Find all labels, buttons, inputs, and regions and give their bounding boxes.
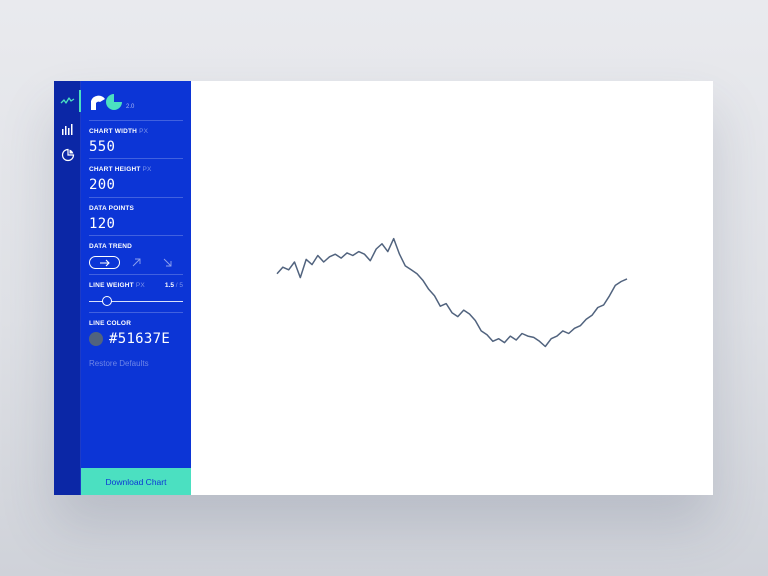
settings-panel: 2.0 CHART WIDTH PX 550 CHART HEIGHT PX 200… [81, 81, 191, 495]
line-chart-icon[interactable] [60, 93, 75, 108]
logo-mark-icon [91, 94, 122, 110]
app-version: 2.0 [126, 104, 135, 110]
data-trend-options [89, 256, 183, 269]
chart-series-line [276, 237, 628, 348]
chart-width-input[interactable]: 550 [89, 139, 183, 155]
chart-width-unit: PX [139, 128, 149, 135]
slider-knob[interactable] [102, 296, 113, 306]
trend-down-button[interactable] [152, 256, 183, 269]
line-color-label: LINE COLOR [89, 320, 132, 327]
pie-chart-icon[interactable] [60, 147, 75, 162]
download-chart-button[interactable]: Download Chart [81, 468, 191, 495]
color-swatch[interactable] [89, 332, 103, 346]
line-weight-max: / 5 [175, 282, 183, 289]
arrow-down-right-icon [163, 258, 172, 267]
trend-up-button[interactable] [120, 256, 151, 269]
restore-defaults-link[interactable]: Restore Defaults [89, 359, 149, 368]
data-trend-label: DATA TREND [89, 243, 133, 250]
line-weight-value: 1.5 [164, 282, 174, 289]
chart-height-input[interactable]: 200 [89, 177, 183, 193]
line-weight-field: LINE WEIGHT PX 1.5 / 5 [89, 274, 183, 307]
app-logo: 2.0 [90, 91, 134, 111]
arrow-up-right-icon [132, 258, 140, 267]
chart-canvas [191, 81, 713, 495]
trend-flat-button[interactable] [89, 256, 121, 269]
arrow-right-icon [99, 259, 110, 266]
chart-height-unit: PX [142, 166, 152, 173]
line-color-input[interactable]: #51637E [109, 331, 170, 347]
bar-chart-icon[interactable] [60, 121, 75, 136]
app-window: 2.0 CHART WIDTH PX 550 CHART HEIGHT PX 200… [54, 81, 713, 495]
line-weight-label: LINE WEIGHT [89, 282, 134, 289]
data-trend-field: DATA TREND [89, 235, 183, 269]
chart-type-bar [54, 81, 81, 495]
line-weight-unit: PX [135, 282, 145, 289]
chart-width-label: CHART WIDTH [89, 128, 138, 135]
chart-height-label: CHART HEIGHT [89, 166, 141, 173]
line-color-field: LINE COLOR #51637E [89, 312, 183, 347]
chart-height-field: CHART HEIGHT PX 200 [89, 158, 183, 193]
data-points-label: DATA POINTS [89, 205, 135, 212]
data-points-input[interactable]: 120 [89, 216, 183, 232]
chart-width-field: CHART WIDTH PX 550 [89, 120, 183, 155]
line-chart [276, 237, 628, 348]
line-weight-slider[interactable] [89, 295, 183, 307]
data-points-field: DATA POINTS 120 [89, 197, 183, 232]
